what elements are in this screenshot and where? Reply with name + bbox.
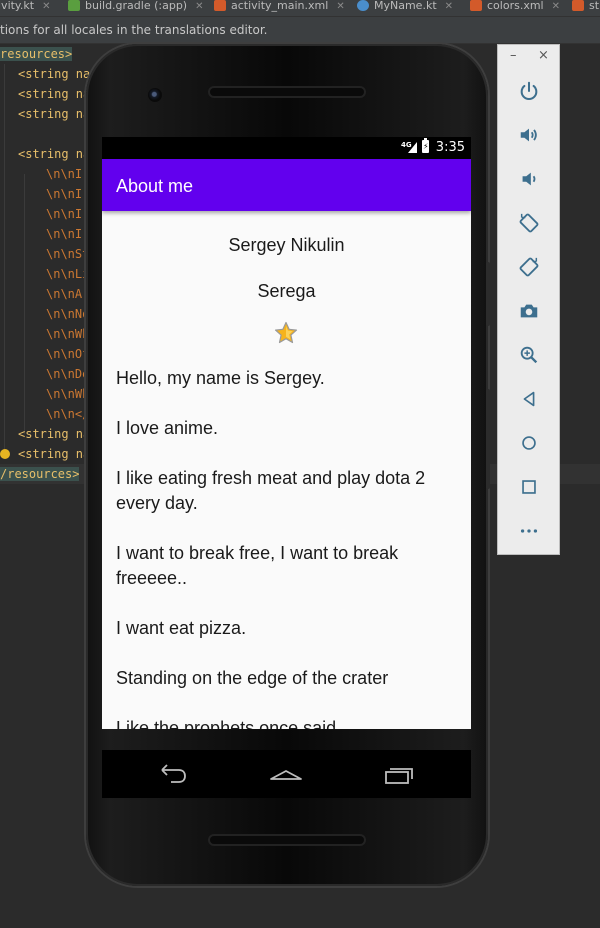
lightbulb-icon[interactable] (0, 449, 10, 459)
bottom-speaker (210, 836, 364, 844)
close-icon[interactable]: ✕ (445, 1, 453, 13)
more-icon[interactable] (514, 516, 544, 546)
code-line: \n\nWh (46, 327, 90, 341)
tab-label: st (589, 0, 600, 12)
top-speaker (210, 88, 364, 96)
camera-icon[interactable] (514, 296, 544, 326)
battery-icon: ⚡ (422, 138, 429, 153)
close-icon[interactable]: ✕ (42, 1, 50, 13)
indent-guide (24, 174, 25, 434)
close-icon[interactable]: ✕ (552, 1, 560, 13)
close-icon[interactable]: ✕ (195, 1, 203, 13)
editor-tab[interactable]: ivity.kt ✕ (0, 0, 50, 16)
indent-guide (4, 64, 5, 454)
values-xml-icon (470, 0, 482, 11)
editor-tab[interactable]: st (572, 0, 599, 16)
volume-down-icon[interactable] (514, 164, 544, 194)
code-line: \n\nOf (46, 347, 90, 361)
app-bar: About me (102, 159, 471, 211)
editor-tab[interactable]: activity_main.xml ✕ (214, 0, 345, 16)
name-text: Sergey Nikulin (228, 235, 345, 255)
code-line: \n\n</ (46, 407, 90, 421)
tab-label: activity_main.xml (231, 0, 329, 12)
code-line: <string na (18, 107, 91, 121)
tab-label: MyName.kt (374, 0, 437, 12)
navigation-bar (102, 750, 471, 798)
editor-tab[interactable]: build.gradle (:app) ✕ (68, 0, 203, 16)
editor-tab[interactable]: colors.xml ✕ (470, 0, 560, 16)
notice-text: tions for all locales in the translation… (0, 23, 268, 37)
front-camera (148, 88, 162, 102)
code-line: <string na (18, 447, 91, 461)
editor-tab[interactable]: MyName.kt ✕ (357, 0, 453, 16)
emulator-toolbar: – × (497, 44, 560, 555)
zoom-icon[interactable] (514, 340, 544, 370)
star-icon (274, 321, 298, 344)
status-bar: 4G ⚡ 3:35 (102, 137, 471, 159)
tab-label: build.gradle (:app) (85, 0, 188, 12)
recents-icon[interactable] (380, 758, 420, 790)
home-icon[interactable] (514, 428, 544, 458)
nickname-text[interactable]: Serega (102, 280, 471, 302)
code-line: \n\nAr (46, 287, 90, 301)
code-line: \n\nI (46, 227, 83, 241)
close-button[interactable]: × (538, 49, 549, 63)
app-bar-title: About me (116, 176, 194, 196)
about-me-scroll-content[interactable]: Sergey Nikulin Serega Hello, my name is … (102, 211, 471, 729)
code-line: <string na (18, 67, 91, 81)
editor-tab-bar: ivity.kt ✕ build.gradle (:app) ✕ activity_… (0, 0, 600, 17)
rotate-right-icon[interactable] (514, 252, 544, 282)
code-line: <string na (18, 147, 91, 161)
signal-icon (408, 142, 417, 153)
minimize-button[interactable]: – (510, 49, 517, 63)
gradle-file-icon (68, 0, 80, 11)
tab-label: colors.xml (487, 0, 544, 12)
rotate-left-icon[interactable] (514, 208, 544, 238)
bio-text: Hello, my name is Sergey. I love anime. … (116, 368, 426, 729)
code-line: \n\nI (46, 167, 83, 181)
code-line: /resources> (0, 467, 80, 481)
home-icon[interactable] (266, 758, 306, 790)
code-line: \n\nI (46, 187, 83, 201)
translations-notice: tions for all locales in the translation… (0, 17, 600, 44)
volume-side-button (486, 389, 490, 489)
power-side-button (486, 262, 490, 326)
code-line: \n\nSt (46, 247, 90, 261)
back-icon[interactable] (153, 758, 193, 790)
volume-up-icon[interactable] (514, 120, 544, 150)
power-icon[interactable] (514, 76, 544, 106)
kotlin-class-icon (357, 0, 369, 11)
device-screen[interactable]: 4G ⚡ 3:35 About me Sergey Nikulin Serega… (102, 137, 471, 729)
code-line: \n\nWh (46, 387, 90, 401)
code-line: <string na (18, 427, 91, 441)
tab-label: ivity.kt (0, 0, 35, 12)
values-xml-icon (572, 0, 584, 11)
status-time: 3:35 (435, 140, 465, 155)
code-line: resources> (0, 47, 73, 61)
overview-icon[interactable] (514, 472, 544, 502)
code-line: \n\nNo (46, 307, 90, 321)
layout-xml-icon (214, 0, 226, 11)
code-line: \n\nI (46, 207, 83, 221)
back-icon[interactable] (514, 384, 544, 414)
code-line: <string na (18, 87, 91, 101)
close-icon[interactable]: ✕ (336, 1, 344, 13)
code-line: \n\nDe (46, 367, 90, 381)
code-line: \n\nLi (46, 267, 90, 281)
